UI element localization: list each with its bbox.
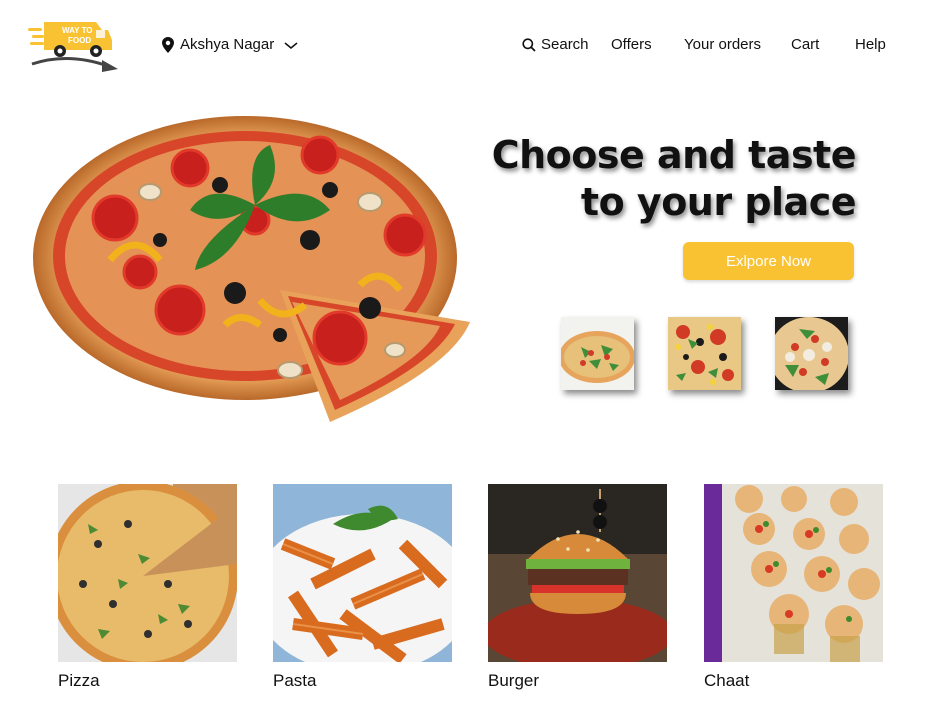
pasta-category-image [273, 484, 452, 662]
category-label: Burger [488, 671, 540, 690]
featured-thumbnail[interactable] [775, 317, 848, 390]
nav-offers[interactable]: Offers [611, 36, 652, 53]
category-card-pizza[interactable]: Pizza [58, 484, 237, 691]
svg-text:WAY TO: WAY TO [62, 26, 93, 35]
explore-now-button[interactable]: Exlpore Now [683, 242, 854, 280]
pizza-category-image [58, 484, 237, 662]
nav-your-orders[interactable]: Your orders [684, 36, 761, 53]
category-label: Chaat [704, 671, 750, 690]
nav-search[interactable]: Search [522, 36, 589, 53]
featured-thumbnail[interactable] [561, 317, 634, 390]
nav-search-label: Search [541, 36, 589, 53]
category-card-burger[interactable]: Burger [488, 484, 667, 691]
pizza-thumbnail-image [775, 317, 848, 390]
category-card-chaat[interactable]: Chaat [704, 484, 883, 691]
hero-headline: Choose and taste to your place [491, 132, 857, 226]
top-navigation: Search Offers Your orders Cart Help [0, 36, 940, 58]
hero-pizza-image [30, 110, 475, 430]
search-icon [522, 37, 536, 52]
pizza-thumbnail-image [668, 317, 741, 390]
nav-cart[interactable]: Cart [791, 36, 819, 53]
burger-category-image [488, 484, 667, 662]
nav-help[interactable]: Help [855, 36, 886, 53]
category-label: Pizza [58, 671, 100, 690]
headline-line-1: Choose and taste [491, 133, 857, 177]
category-card-pasta[interactable]: Pasta [273, 484, 452, 691]
category-label: Pasta [273, 671, 317, 690]
headline-line-2: to your place [580, 180, 857, 224]
featured-thumbnail[interactable] [668, 317, 741, 390]
chaat-category-image [704, 484, 883, 662]
pizza-thumbnail-image [561, 317, 634, 390]
